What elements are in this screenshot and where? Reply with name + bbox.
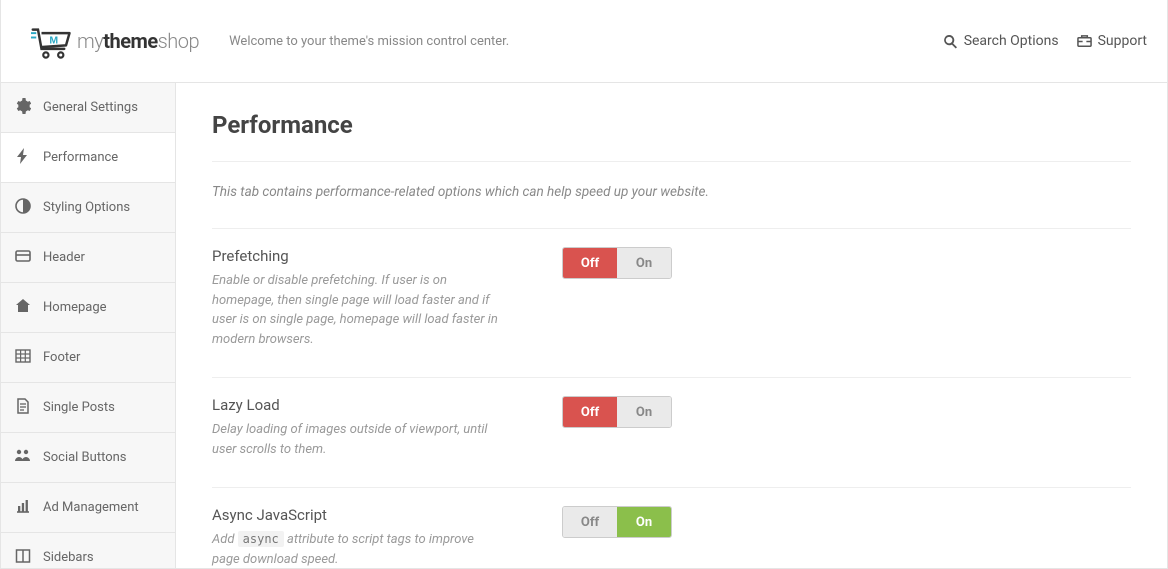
sidebar-icon (15, 248, 31, 268)
sidebar-item-label: Performance (43, 150, 118, 165)
sidebar-item-single-posts[interactable]: Single Posts (1, 383, 175, 433)
welcome-text: Welcome to your theme's mission control … (229, 34, 943, 49)
search-icon (943, 34, 958, 49)
sidebar-item-label: Footer (43, 350, 80, 365)
toggle-switch[interactable]: OffOn (562, 506, 672, 538)
sidebar-icon (15, 548, 31, 568)
toggle-off[interactable]: Off (563, 248, 617, 278)
sidebar-item-footer[interactable]: Footer (1, 333, 175, 383)
page-intro: This tab contains performance-related op… (212, 184, 1131, 200)
sidebar-item-homepage[interactable]: Homepage (1, 283, 175, 333)
support-link[interactable]: Support (1077, 33, 1147, 49)
toggle-off[interactable]: Off (563, 507, 617, 537)
sidebar-item-performance[interactable]: Performance (1, 133, 175, 183)
toggle-on[interactable]: On (617, 248, 671, 278)
toggle-on[interactable]: On (617, 507, 671, 537)
toggle-switch[interactable]: OffOn (562, 247, 672, 279)
divider (212, 161, 1131, 162)
sidebar-icon (15, 198, 31, 218)
toggle-on[interactable]: On (617, 397, 671, 427)
support-icon (1077, 34, 1092, 49)
option-row: Async JavaScript Add async attribute to s… (212, 487, 1131, 568)
sidebar-item-label: Header (43, 250, 85, 265)
option-description: Add async attribute to script tags to im… (212, 530, 502, 568)
sidebar-item-label: Sidebars (43, 550, 94, 565)
toggle-switch[interactable]: OffOn (562, 396, 672, 428)
search-options-link[interactable]: Search Options (943, 33, 1059, 49)
option-row: Lazy Load Delay loading of images outside… (212, 377, 1131, 487)
content: Performance This tab contains performanc… (176, 83, 1167, 568)
page-title: Performance (212, 111, 1131, 139)
sidebar-item-label: Homepage (43, 300, 107, 315)
sidebar-item-label: Styling Options (43, 200, 130, 215)
option-title: Async JavaScript (212, 506, 502, 524)
option-description: Delay loading of images outside of viewp… (212, 420, 502, 459)
support-label: Support (1098, 33, 1147, 49)
logo[interactable]: M mythemeshop (31, 22, 199, 60)
sidebar-item-ad-management[interactable]: Ad Management (1, 483, 175, 533)
sidebar-item-styling-options[interactable]: Styling Options (1, 183, 175, 233)
option-title: Prefetching (212, 247, 502, 265)
option-row: Prefetching Enable or disable prefetching… (212, 228, 1131, 377)
sidebar-icon (15, 498, 31, 518)
sidebar-item-header[interactable]: Header (1, 233, 175, 283)
sidebar-icon (15, 448, 31, 468)
sidebar-item-sidebars[interactable]: Sidebars (1, 533, 175, 568)
sidebar-icon (15, 148, 31, 168)
logo-text: mythemeshop (77, 29, 199, 53)
sidebar-icon (15, 98, 31, 118)
sidebar-icon (15, 348, 31, 368)
sidebar-item-label: Social Buttons (43, 450, 127, 465)
sidebar-icon (15, 398, 31, 418)
svg-text:M: M (49, 35, 58, 47)
sidebar-item-social-buttons[interactable]: Social Buttons (1, 433, 175, 483)
sidebar-icon (15, 298, 31, 318)
option-description: Enable or disable prefetching. If user i… (212, 271, 502, 349)
sidebar-item-label: Single Posts (43, 400, 115, 415)
option-title: Lazy Load (212, 396, 502, 414)
toggle-off[interactable]: Off (563, 397, 617, 427)
logo-icon: M (31, 22, 73, 60)
sidebar-item-general-settings[interactable]: General Settings (1, 83, 175, 133)
header: M mythemeshop Welcome to your theme's mi… (1, 0, 1167, 83)
sidebar-item-label: Ad Management (43, 500, 139, 515)
sidebar-item-label: General Settings (43, 100, 138, 115)
search-options-label: Search Options (964, 33, 1059, 49)
sidebar: General Settings Performance Styling Optio… (1, 83, 176, 568)
